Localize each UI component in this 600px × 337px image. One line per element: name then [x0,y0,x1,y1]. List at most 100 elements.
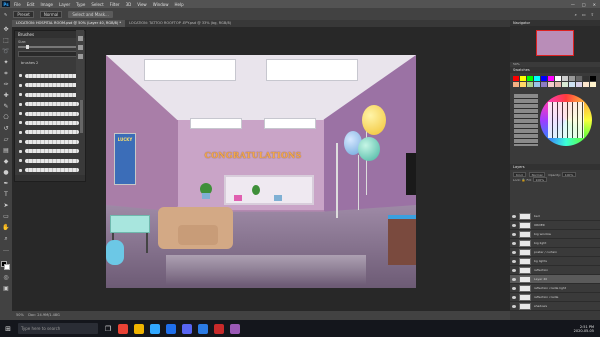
select-and-mask-button[interactable]: Select and Mask... [68,10,113,18]
lasso-tool-icon[interactable]: ➰ [2,48,10,56]
background-color[interactable] [4,264,10,270]
layer-row[interactable]: reflection cradle light [510,284,600,293]
color-swatch[interactable] [583,76,589,81]
color-swatch[interactable] [590,82,596,87]
visibility-eye-icon[interactable] [512,286,516,290]
lock-icon[interactable]: 🔒 [522,178,526,182]
grey-swatch-grid[interactable] [514,94,538,146]
brush-size-slider[interactable] [18,45,82,49]
color-swatch[interactable] [548,82,554,87]
minimize-icon[interactable]: — [571,2,575,7]
photoshop-app-icon[interactable] [150,323,160,334]
workspace-icon[interactable]: ▭ [582,12,586,17]
brush-preset-item[interactable] [19,120,79,125]
visibility-eye-icon[interactable] [512,223,516,227]
windows-start-icon[interactable]: ⊞ [4,325,12,333]
quick-mask-icon[interactable]: ◎ [2,274,10,282]
path-select-tool-icon[interactable]: ➤ [2,202,10,210]
layer-row[interactable]: poster / curtain [510,248,600,257]
share-icon[interactable]: ⇪ [591,12,594,17]
color-swatch[interactable] [576,76,582,81]
quick-select-tool-icon[interactable]: ✦ [2,59,10,67]
close-icon[interactable]: ✕ [593,2,596,7]
visibility-eye-icon[interactable] [512,268,516,272]
color-swatch[interactable] [548,76,554,81]
brush-preset-item[interactable] [19,139,79,144]
opacity-field[interactable]: 100% [561,172,577,177]
type-tool-icon[interactable]: T [2,191,10,199]
visibility-eye-icon[interactable] [512,295,516,299]
fill-field[interactable]: 100% [532,177,548,182]
mode-dropdown[interactable]: Normal [39,10,63,18]
menu-filter[interactable]: Filter [110,2,120,7]
slider-knob[interactable] [26,45,29,49]
menu-file[interactable]: File [14,2,21,7]
brush-preset-item[interactable] [19,92,79,97]
color-swatch[interactable] [555,82,561,87]
app-icon[interactable] [166,323,176,334]
maximize-icon[interactable]: □ [582,2,586,7]
chrome-app-icon[interactable] [118,323,128,334]
color-swatch[interactable] [534,82,540,87]
visibility-eye-icon[interactable] [512,304,516,308]
color-swatch[interactable] [583,82,589,87]
color-swatch[interactable] [520,82,526,87]
app-icon[interactable] [230,323,240,334]
menu-view[interactable]: View [137,2,147,7]
layer-row[interactable]: big light [510,239,600,248]
visibility-eye-icon[interactable] [512,277,516,281]
layer-row[interactable]: bed [510,212,600,221]
color-swatch[interactable] [513,76,519,81]
color-swatch[interactable] [569,76,575,81]
tab-hospital-room[interactable]: LOCATION: HOSPITAL ROOM.psd @ 50% (Layer… [12,20,126,27]
color-swatch[interactable] [569,82,575,87]
brush-preset-item[interactable] [19,130,79,135]
color-swatch[interactable] [562,82,568,87]
gradient-tool-icon[interactable]: ▤ [2,147,10,155]
brush-presets-icon[interactable] [77,45,83,50]
brush-preset-item[interactable] [19,82,79,88]
eraser-tool-icon[interactable]: ▱ [2,136,10,144]
search-icon[interactable]: ⌕ [575,12,577,17]
color-swatch[interactable] [520,76,526,81]
visibility-eye-icon[interactable] [512,241,516,245]
blur-tool-icon[interactable]: ◆ [2,158,10,166]
layer-row[interactable]: big window [510,230,600,239]
color-swatch[interactable] [527,82,533,87]
layer-row[interactable]: bg lights [510,257,600,266]
brush-group-label[interactable]: brushes 2 [15,60,85,66]
layer-row[interactable]: ORDER [510,221,600,230]
task-view-icon[interactable]: ❐ [104,325,112,333]
discord-app-icon[interactable] [182,323,192,334]
color-swatch[interactable] [527,76,533,81]
color-swatch[interactable] [541,76,547,81]
brush-icon[interactable]: ✎ [4,12,7,17]
dodge-tool-icon[interactable]: ● [2,169,10,177]
taskbar-clock[interactable]: 2:51 PM 2020-05-05 [574,325,594,333]
menu-help[interactable]: Help [174,2,183,7]
menu-edit[interactable]: Edit [27,2,35,7]
move-tool-icon[interactable]: ✥ [2,26,10,34]
more-tools-icon[interactable]: … [2,246,10,254]
navigator-thumbnail[interactable] [536,30,574,56]
marquee-tool-icon[interactable]: ⬚ [2,37,10,45]
preset-dropdown[interactable]: Preset [13,10,34,18]
tab-tattoo-rooftop[interactable]: LOCATION: TATTOO ROOFTOP .EPY.psd @ 33% … [125,20,235,27]
crop-tool-icon[interactable]: ⌗ [2,70,10,78]
color-swatch[interactable] [576,82,582,87]
artboard-canvas[interactable]: CONGRATULATIONS LUCKY [106,55,416,288]
visibility-eye-icon[interactable] [512,250,516,254]
taskbar-search-input[interactable]: Type here to search [18,323,98,334]
steam-app-icon[interactable] [198,323,208,334]
brush-tool-icon[interactable]: ✎ [2,103,10,111]
screen-mode-icon[interactable]: ▣ [2,285,10,293]
menu-window[interactable]: Window [153,2,169,7]
eyedropper-tool-icon[interactable]: ✑ [2,81,10,89]
brush-preset-item[interactable] [19,149,79,154]
file-explorer-icon[interactable] [134,323,144,334]
menu-image[interactable]: Image [40,2,53,7]
visibility-eye-icon[interactable] [512,214,516,218]
history-brush-icon[interactable]: ↺ [2,125,10,133]
healing-tool-icon[interactable]: ✚ [2,92,10,100]
brush-preset-item[interactable] [19,168,79,173]
